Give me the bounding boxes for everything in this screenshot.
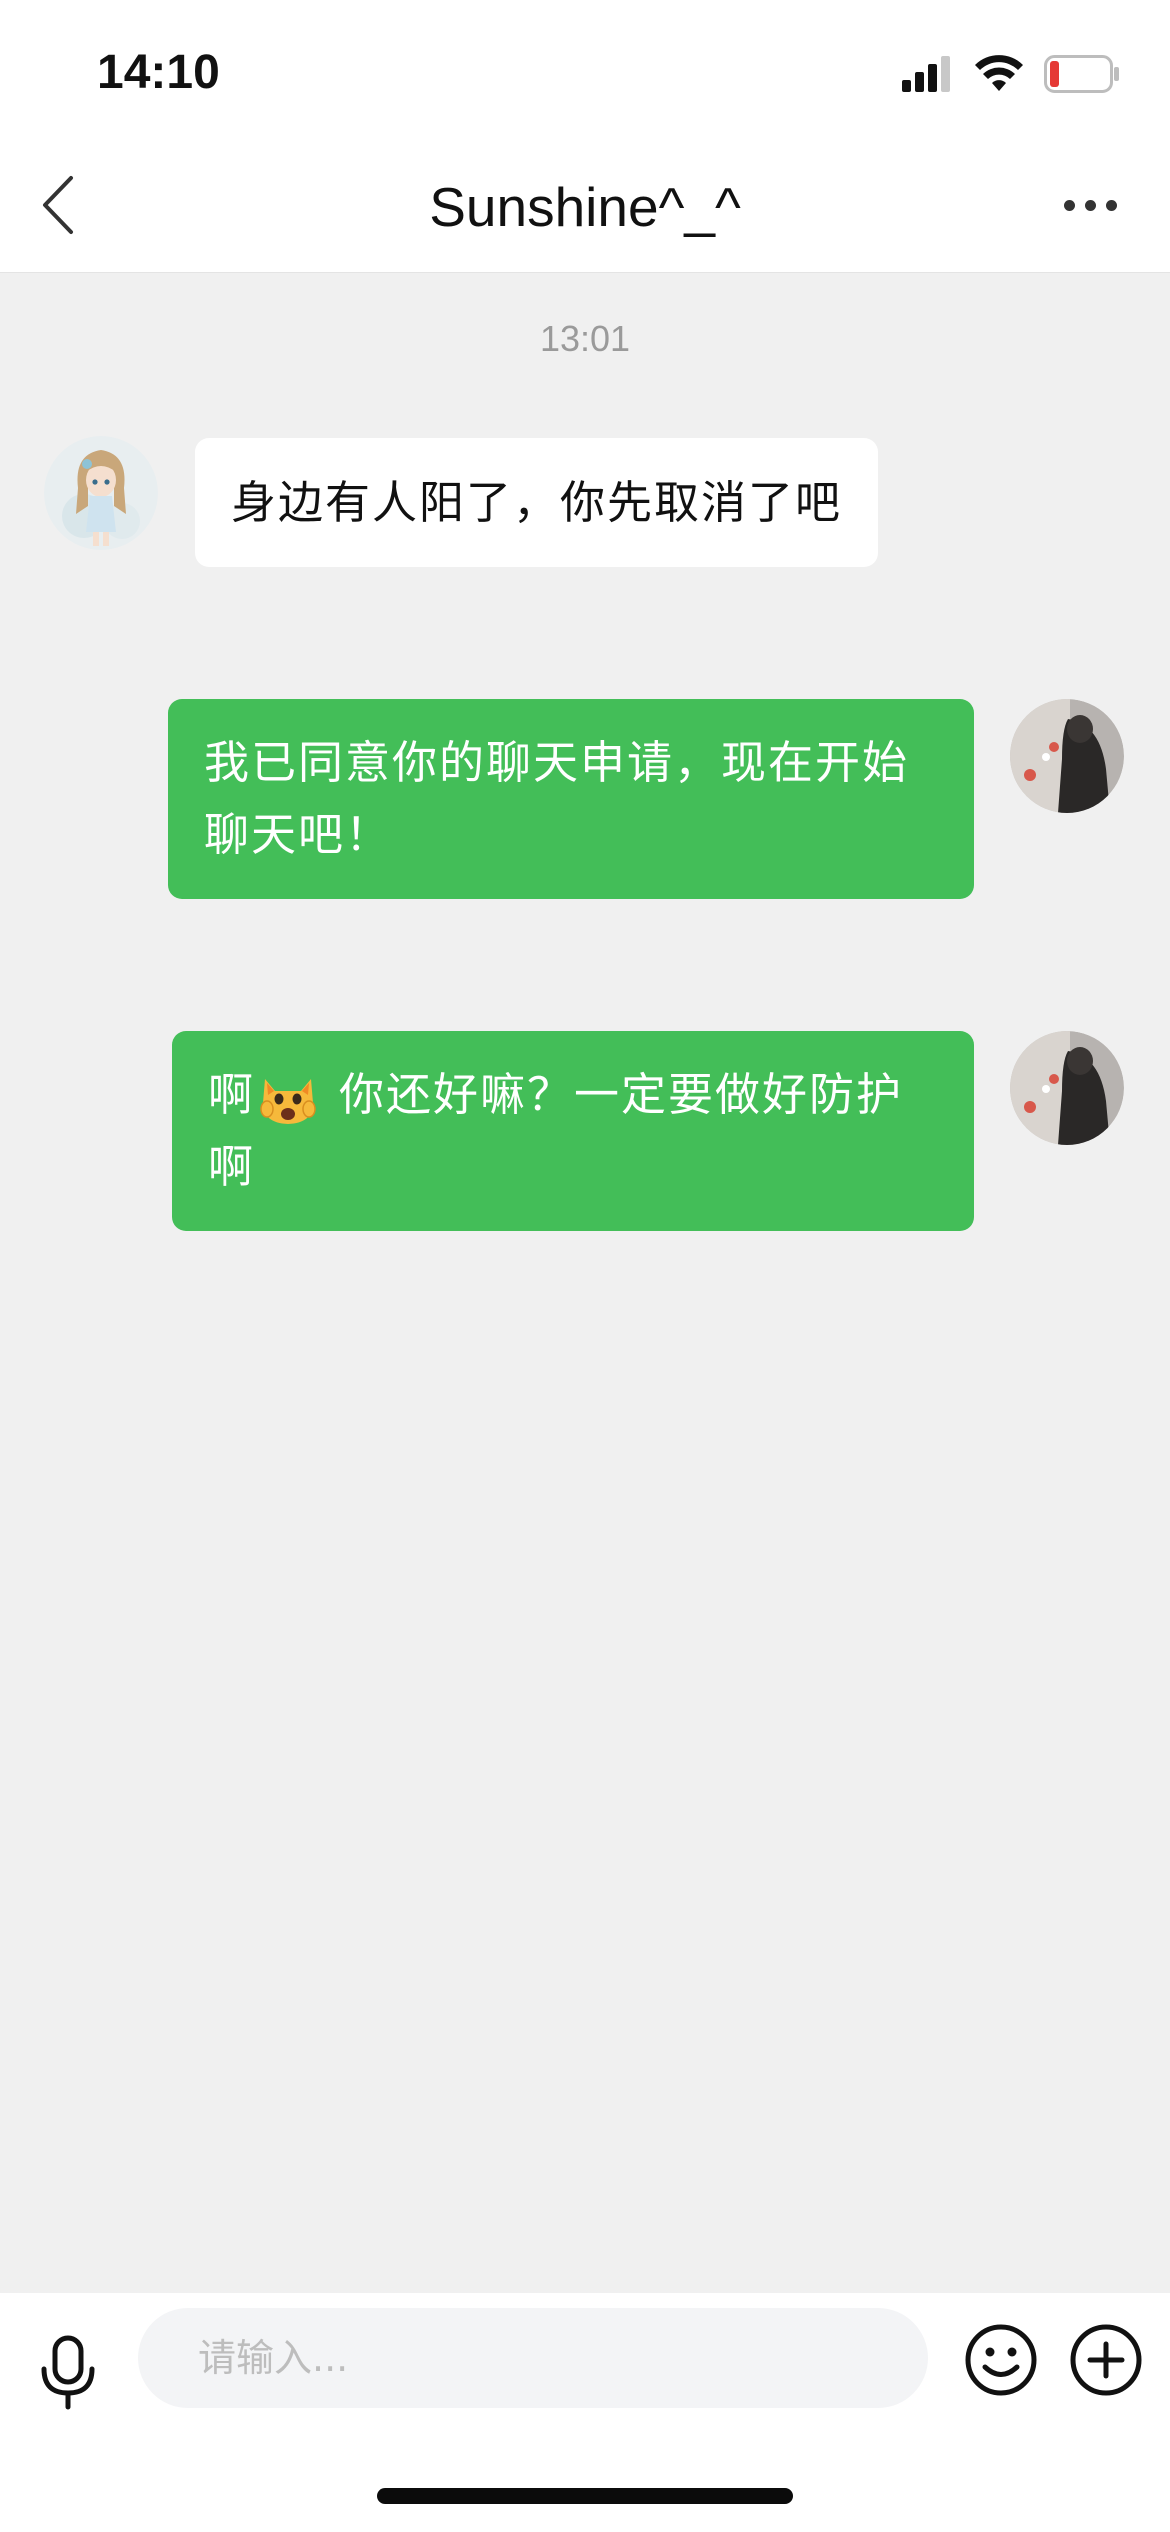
user-avatar[interactable] — [1010, 1031, 1124, 1145]
incoming-message-bubble[interactable]: 身边有人阳了，你先取消了吧 — [195, 438, 879, 567]
status-time: 14:10 — [97, 46, 220, 99]
status-bar: 14:10 — [0, 0, 1170, 140]
message-prefix: 啊 — [208, 1068, 256, 1121]
wifi-icon — [975, 55, 1023, 91]
more-options-button[interactable] — [1040, 170, 1140, 240]
message-text-container: 啊 你还好嘛？一定要做好防护啊 — [208, 1059, 938, 1203]
home-indicator[interactable] — [377, 2488, 793, 2504]
more-dot — [1084, 199, 1096, 211]
microphone-icon — [41, 2335, 94, 2410]
more-dot — [1105, 199, 1117, 211]
message-text: 身边有人阳了，你先取消了吧 — [231, 475, 843, 529]
message-text: 我已同意你的聊天申请，现在开始聊天吧！ — [204, 736, 910, 861]
contact-avatar[interactable] — [44, 436, 158, 550]
voice-input-button[interactable] — [30, 2328, 105, 2418]
user-avatar-photo-icon — [1010, 1031, 1124, 1145]
message-list[interactable]: 13:01 身边有人阳了，你先取消了吧 我已同意你的聊天申请，现在开始聊天吧！ … — [0, 273, 1170, 2293]
nav-bar: Sunshine^_^ — [0, 140, 1170, 273]
cellular-signal-icon — [902, 56, 950, 92]
weary-cat-face-emoji — [260, 1079, 316, 1124]
plus-circle-icon — [1070, 2324, 1142, 2396]
emoji-button[interactable] — [963, 2322, 1039, 2398]
more-dot — [1063, 199, 1075, 211]
chat-screen: 14:10 Sunshine^_^ 13:01 身边有人阳了，你先取消了吧 我已… — [0, 0, 1170, 2532]
user-avatar-photo-icon — [1010, 699, 1124, 813]
user-avatar[interactable] — [1010, 699, 1124, 813]
anime-girl-avatar — [44, 436, 158, 550]
status-icons — [902, 50, 1120, 98]
smiley-face-icon — [965, 2324, 1037, 2396]
outgoing-message-bubble[interactable]: 我已同意你的聊天申请，现在开始聊天吧！ — [168, 699, 974, 899]
message-input[interactable] — [138, 2308, 928, 2408]
more-actions-button[interactable] — [1068, 2322, 1144, 2398]
chat-title: Sunshine^_^ — [429, 175, 741, 238]
message-timestamp: 13:01 — [539, 318, 631, 359]
battery-low-icon — [1044, 55, 1119, 93]
outgoing-message-bubble[interactable]: 啊 你还好嘛？一定要做好防护啊 — [172, 1031, 974, 1231]
